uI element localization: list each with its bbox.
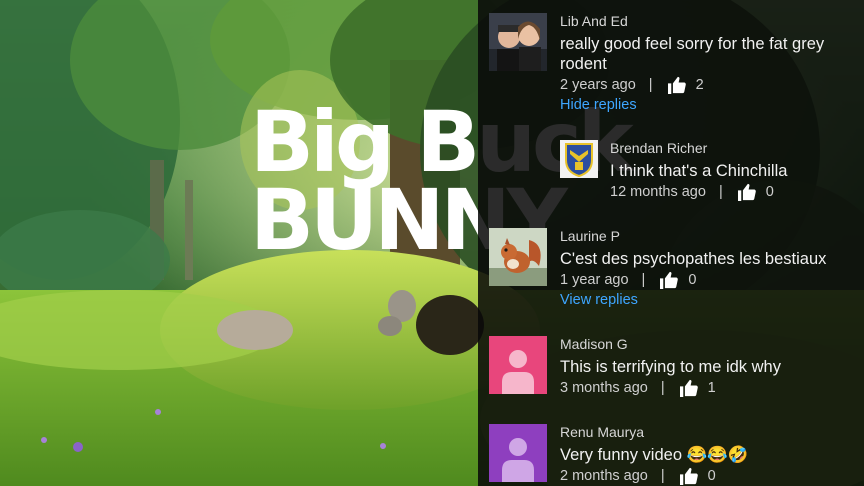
comment-text: really good feel sorry for the fat grey … [560, 35, 825, 73]
comment-author[interactable]: Renu Maurya [560, 424, 644, 440]
comment-meta: 2 years ago | 2 [560, 76, 704, 94]
comment-meta: 2 months ago | 0 [560, 467, 716, 485]
separator: | [641, 272, 646, 288]
comment-author[interactable]: Lib And Ed [560, 13, 628, 29]
comment-author[interactable]: Madison G [560, 336, 628, 352]
person-icon [489, 424, 547, 482]
comment-meta: 12 months ago | 0 [610, 183, 774, 201]
photo-couple-avatar [489, 13, 547, 71]
separator: | [660, 380, 665, 396]
thumb-up-icon[interactable] [667, 76, 687, 94]
avatar[interactable] [489, 336, 547, 394]
thumb-up-icon[interactable] [679, 467, 699, 485]
comment-age: 3 months ago [560, 380, 648, 396]
thumb-up-icon[interactable] [737, 183, 757, 201]
separator: | [660, 468, 665, 484]
comment-age: 2 months ago [560, 468, 648, 484]
avatar[interactable] [560, 140, 598, 178]
comments-panel[interactable]: Lib And Ed really good feel sorry for th… [478, 0, 864, 486]
separator: | [718, 184, 723, 200]
comment-age: 12 months ago [610, 184, 706, 200]
photo-squirrel-avatar [489, 228, 547, 286]
thumb-up-icon[interactable] [679, 379, 699, 397]
like-count: 0 [707, 468, 716, 484]
crest-emblem-avatar [560, 140, 598, 178]
comment-text: I think that's a Chinchilla [610, 162, 788, 180]
avatar[interactable] [489, 13, 547, 71]
comment-author[interactable]: Brendan Richer [610, 140, 707, 156]
comment-text: C'est des psychopathes les bestiaux [560, 250, 827, 268]
hide-replies-link[interactable]: Hide replies [560, 97, 637, 113]
comment-meta: 1 year ago | 0 [560, 271, 696, 289]
avatar[interactable] [489, 424, 547, 482]
comment-text: This is terrifying to me idk why [560, 358, 781, 376]
like-count: 1 [707, 380, 716, 396]
like-count: 0 [765, 184, 774, 200]
avatar[interactable] [489, 228, 547, 286]
thumb-up-icon[interactable] [659, 271, 679, 289]
separator: | [648, 77, 653, 93]
like-count: 2 [695, 77, 704, 93]
comment-meta: 3 months ago | 1 [560, 379, 716, 397]
view-replies-link[interactable]: View replies [560, 292, 638, 308]
person-icon [489, 336, 547, 394]
comment-age: 2 years ago [560, 77, 636, 93]
like-count: 0 [688, 272, 697, 288]
comment-age: 1 year ago [560, 272, 629, 288]
comment-author[interactable]: Laurine P [560, 228, 620, 244]
comment-text: Very funny video 😂😂🤣 [560, 446, 749, 464]
